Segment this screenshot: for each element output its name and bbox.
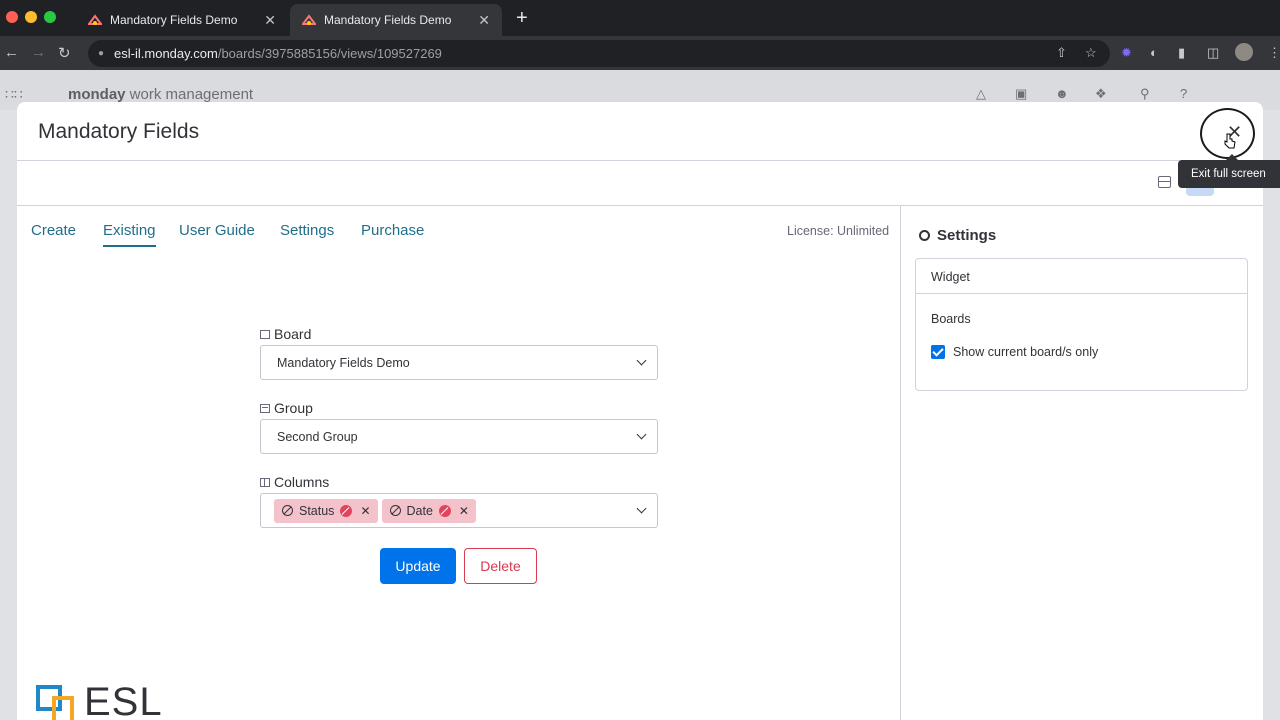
columns-label-text: Columns — [274, 474, 330, 490]
maximize-window-button[interactable] — [44, 11, 56, 23]
tab-user-guide[interactable]: User Guide — [179, 222, 255, 239]
update-button[interactable]: Update — [380, 548, 456, 584]
group-select[interactable]: Second Group — [260, 419, 658, 454]
board-label-text: Board — [274, 326, 312, 342]
apps-grid-icon[interactable]: ∷∷ — [5, 86, 23, 103]
chevron-down-icon — [636, 355, 647, 366]
app-main-panel — [17, 206, 901, 720]
chip-label: Date — [406, 503, 433, 518]
hand-cursor-icon — [1224, 133, 1236, 149]
browser-toolbar: ← → ↻ ● esl-il.monday.com/boards/3975885… — [0, 36, 1280, 70]
logo-rest: work management — [125, 86, 254, 103]
widget-label: Widget — [931, 270, 970, 284]
modal-toolbar — [17, 161, 1263, 206]
ban-icon — [282, 505, 293, 516]
show-current-boards-option[interactable]: Show current board/s only — [931, 345, 1098, 359]
side-panel-icon[interactable]: ◫ — [1207, 45, 1219, 61]
settings-heading: Settings — [919, 227, 996, 244]
address-bar[interactable]: ● esl-il.monday.com/boards/3975885156/vi… — [88, 40, 1110, 67]
tab-title: Mandatory Fields Demo — [110, 13, 238, 27]
chip-label: Status — [299, 503, 335, 518]
esl-mark-icon — [36, 682, 80, 720]
help-icon[interactable]: ? — [1180, 86, 1187, 101]
column-chip-status: Status ✕ — [274, 498, 378, 523]
chevron-down-icon — [636, 429, 647, 440]
invite-icon[interactable]: ☻ — [1055, 86, 1069, 101]
tab-close-icon[interactable]: ✕ — [478, 12, 490, 29]
tab-title: Mandatory Fields Demo — [324, 13, 452, 27]
columns-label: Columns — [260, 474, 329, 490]
monday-favicon-icon — [302, 14, 316, 25]
ban-icon — [389, 505, 401, 516]
tab-purchase[interactable]: Purchase — [361, 222, 424, 239]
apps-icon[interactable]: ❖ — [1095, 86, 1107, 102]
board-label: Board — [260, 326, 311, 342]
modal-title: Mandatory Fields — [38, 120, 200, 143]
columns-multiselect[interactable]: Status ✕ Date ✕ — [260, 493, 658, 528]
checkbox-checked[interactable] — [931, 345, 945, 359]
checkbox-label: Show current board/s only — [953, 345, 1099, 359]
browser-tab-1[interactable]: Mandatory Fields Demo ✕ — [76, 4, 288, 36]
board-select-value: Mandatory Fields Demo — [277, 355, 410, 370]
extension-icon[interactable]: ✹ — [1121, 45, 1132, 61]
url-path: /boards/3975885156/views/109527269 — [217, 46, 442, 61]
browser-tab-2[interactable]: Mandatory Fields Demo ✕ — [290, 4, 502, 36]
chevron-down-icon — [636, 503, 647, 514]
exit-full-screen-tooltip: Exit full screen — [1178, 154, 1280, 188]
tab-existing[interactable]: Existing — [103, 222, 156, 247]
layout-toggle-icon[interactable] — [1158, 176, 1171, 188]
mandatory-icon — [438, 504, 451, 517]
modal-header: Mandatory Fields — [17, 102, 1263, 161]
bookmark-star-icon[interactable]: ☆ — [1085, 45, 1097, 61]
tab-close-icon[interactable]: ✕ — [264, 12, 276, 29]
url-host: esl-il.monday.com — [114, 46, 218, 61]
new-tab-button[interactable]: + — [516, 8, 528, 28]
reload-icon[interactable]: ↻ — [58, 44, 71, 62]
remove-chip-icon[interactable]: ✕ — [459, 504, 469, 518]
bell-icon[interactable]: △ — [976, 86, 986, 102]
search-icon[interactable]: ⚲ — [1140, 86, 1150, 102]
forward-arrow-icon[interactable]: → — [31, 44, 46, 61]
settings-title: Settings — [937, 227, 997, 244]
column-chip-date: Date ✕ — [381, 498, 476, 523]
app-modal: Mandatory Fields Create Existing User Gu… — [17, 102, 1263, 720]
browser-tab-bar: Mandatory Fields Demo ✕ Mandatory Fields… — [0, 0, 1280, 36]
columns-icon — [260, 477, 270, 487]
monday-favicon-icon — [88, 14, 102, 25]
group-select-value: Second Group — [277, 429, 358, 444]
tab-settings[interactable]: Settings — [280, 222, 334, 239]
board-icon — [260, 329, 270, 339]
back-arrow-icon[interactable]: ← — [4, 44, 19, 61]
settings-card: Widget Boards Show current board/s only — [915, 258, 1248, 391]
minimize-window-button[interactable] — [25, 11, 37, 23]
tab-create[interactable]: Create — [31, 222, 76, 239]
close-window-button[interactable] — [6, 11, 18, 23]
esl-logo-text: ESL — [84, 680, 163, 720]
share-icon[interactable]: ⇧ — [1056, 45, 1067, 61]
delete-button[interactable]: Delete — [464, 548, 537, 584]
monday-logo: monday work management — [68, 86, 253, 103]
license-status: License: Unlimited — [787, 224, 890, 238]
remove-chip-icon[interactable]: ✕ — [360, 504, 370, 518]
lock-icon: ● — [98, 48, 105, 59]
group-label-text: Group — [274, 400, 313, 416]
profile-avatar[interactable] — [1235, 43, 1253, 61]
group-label: Group — [260, 400, 313, 416]
esl-logo: ESL — [36, 682, 163, 720]
group-icon — [260, 403, 270, 413]
logo-bold: monday — [68, 86, 126, 103]
gear-icon — [919, 230, 930, 241]
mandatory-icon — [340, 504, 353, 517]
puzzle-icon[interactable]: ▮ — [1178, 45, 1185, 61]
menu-kebab-icon[interactable]: ⋮ — [1268, 45, 1280, 61]
inbox-icon[interactable]: ▣ — [1015, 86, 1027, 102]
boards-label: Boards — [931, 312, 971, 326]
widget-row: Widget — [916, 259, 1247, 294]
extension-2-icon[interactable]: ◐ — [1150, 45, 1158, 60]
board-select[interactable]: Mandatory Fields Demo — [260, 345, 658, 380]
